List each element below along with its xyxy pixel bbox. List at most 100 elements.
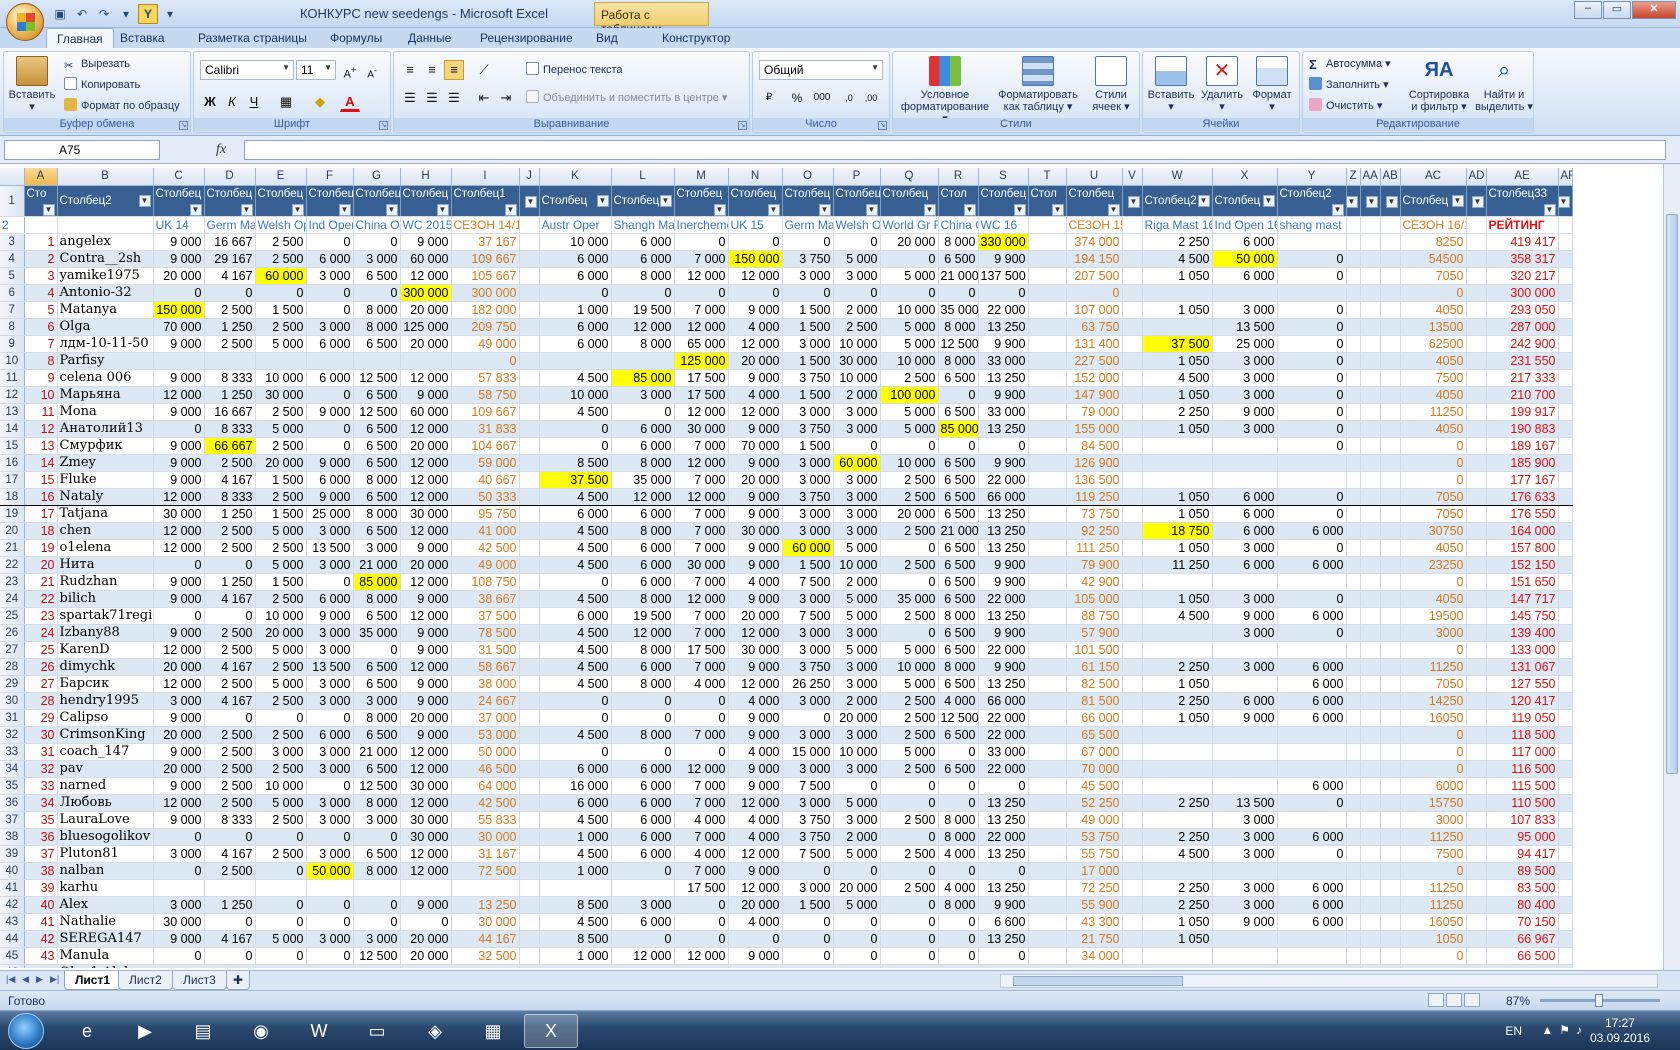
value-cell[interactable]: 12 000 (153, 539, 205, 557)
value-cell[interactable]: 8 000 (611, 267, 675, 285)
table-header-cell[interactable]: ▼ (1558, 185, 1573, 217)
value-cell[interactable]: 0 (306, 284, 354, 302)
value-cell[interactable]: 50 000 (306, 862, 354, 880)
value-cell[interactable]: 9 000 (728, 709, 783, 727)
rank-cell[interactable]: 37 (24, 845, 58, 863)
value-cell[interactable] (1142, 573, 1213, 591)
value-cell[interactable] (1028, 794, 1067, 812)
value-cell[interactable]: 0 (204, 607, 256, 625)
value-cell[interactable]: 8 000 (611, 454, 675, 472)
value-cell[interactable]: 45 500 (1066, 777, 1123, 795)
value-cell[interactable]: 7 000 (674, 658, 729, 676)
currency-icon[interactable]: ₽ (759, 88, 779, 108)
value-cell[interactable]: 35 000 (880, 590, 939, 608)
value-cell[interactable]: 3 000 (306, 522, 354, 540)
value-cell[interactable]: 3 000 (353, 539, 401, 557)
value-cell[interactable]: 0 (1400, 760, 1467, 778)
page-layout-view-icon[interactable] (1446, 993, 1462, 1007)
value-cell[interactable] (1277, 573, 1347, 591)
rank-cell[interactable]: 31 (24, 743, 58, 761)
value-cell[interactable] (1028, 267, 1067, 285)
value-cell[interactable]: 79 000 (1066, 403, 1123, 421)
value-cell[interactable] (1466, 624, 1487, 642)
value-cell[interactable]: 0 (306, 420, 354, 438)
value-cell[interactable] (1346, 250, 1361, 268)
maximize-button[interactable]: ▭ (1603, 1, 1631, 19)
value-cell[interactable] (1466, 301, 1487, 319)
value-cell[interactable] (1122, 369, 1143, 387)
row-header[interactable]: 42 (0, 896, 25, 914)
value-cell[interactable]: 11 250 (1142, 556, 1213, 574)
row-header[interactable]: 28 (0, 658, 25, 676)
value-cell[interactable]: 4 167 (204, 267, 256, 285)
value-cell[interactable]: 6 000 (1277, 879, 1347, 897)
value-cell[interactable] (1380, 284, 1401, 302)
value-cell[interactable]: 16050 (1400, 913, 1467, 931)
value-cell[interactable]: 12 000 (400, 471, 452, 489)
fill-button[interactable]: Заполнить ▾ (1309, 76, 1389, 94)
player-name-cell[interactable]: Zmey (57, 454, 154, 472)
value-cell[interactable]: 62500 (1400, 335, 1467, 353)
value-cell[interactable]: 5 000 (880, 675, 939, 693)
value-cell[interactable]: 6 500 (353, 726, 401, 744)
value-cell[interactable] (1277, 284, 1347, 302)
italic-button[interactable]: К (222, 92, 242, 112)
rank-cell[interactable]: 10 (24, 386, 58, 404)
tournament-name-cell[interactable] (1346, 216, 1361, 234)
value-cell[interactable]: 2 500 (255, 488, 307, 506)
value-cell[interactable]: 12 000 (400, 794, 452, 812)
value-cell[interactable]: 9 000 (1212, 913, 1278, 931)
value-cell[interactable]: 8 000 (938, 607, 979, 625)
number-dialog-launcher[interactable]: ↘ (878, 121, 887, 130)
filter-dropdown-icon[interactable]: ▼ (1558, 195, 1570, 208)
context-tab-table-tools[interactable]: Работа с таблицами (594, 2, 709, 36)
value-cell[interactable]: 3 000 (1212, 352, 1278, 370)
value-cell[interactable] (1558, 964, 1573, 968)
value-cell[interactable]: 0 (1277, 352, 1347, 370)
value-cell[interactable] (1558, 573, 1573, 591)
value-cell[interactable]: 209 750 (451, 318, 520, 336)
value-cell[interactable]: 9 900 (978, 624, 1029, 642)
column-header[interactable]: H (400, 168, 452, 186)
value-cell[interactable]: 6 500 (353, 267, 401, 285)
value-cell[interactable] (519, 369, 540, 387)
row-header[interactable]: 17 (0, 471, 25, 489)
value-cell[interactable]: 12 000 (153, 675, 205, 693)
value-cell[interactable]: 85 000 (611, 369, 675, 387)
value-cell[interactable]: 2 500 (880, 471, 939, 489)
value-cell[interactable]: 2 000 (833, 692, 881, 710)
value-cell[interactable]: 9 000 (400, 896, 452, 914)
value-cell[interactable]: 4 500 (539, 913, 612, 931)
value-cell[interactable]: 1 500 (782, 437, 834, 455)
rank-cell[interactable]: 35 (24, 811, 58, 829)
value-cell[interactable]: 9 000 (728, 556, 783, 574)
value-cell[interactable] (1277, 471, 1347, 489)
value-cell[interactable]: 287 000 (1486, 318, 1559, 336)
value-cell[interactable]: 3 000 (1212, 301, 1278, 319)
value-cell[interactable]: 0 (204, 947, 256, 965)
value-cell[interactable]: 1 500 (782, 556, 834, 574)
value-cell[interactable]: 0 (833, 284, 881, 302)
value-cell[interactable]: 30 000 (400, 828, 452, 846)
value-cell[interactable]: 4 500 (539, 522, 612, 540)
column-header[interactable]: J (519, 168, 540, 186)
value-cell[interactable]: 0 (674, 233, 729, 251)
value-cell[interactable]: 1 050 (1142, 709, 1213, 727)
value-cell[interactable]: 0 (1066, 284, 1123, 302)
value-cell[interactable]: 5 000 (880, 318, 939, 336)
value-cell[interactable]: 110 500 (1486, 794, 1559, 812)
row-header[interactable]: 36 (0, 794, 25, 812)
player-name-cell[interactable]: Parfisy (57, 352, 154, 370)
value-cell[interactable] (1558, 811, 1573, 829)
value-cell[interactable] (1360, 624, 1381, 642)
value-cell[interactable] (1558, 624, 1573, 642)
row-header[interactable]: 15 (0, 437, 25, 455)
value-cell[interactable] (153, 879, 205, 897)
value-cell[interactable]: 9 000 (1212, 403, 1278, 421)
value-cell[interactable]: 176 633 (1486, 488, 1559, 506)
table-header-cell[interactable]: Столбец ▼ (880, 185, 939, 217)
value-cell[interactable]: 7 000 (674, 437, 729, 455)
value-cell[interactable]: 6 500 (938, 624, 979, 642)
value-cell[interactable]: 6 000 (306, 590, 354, 608)
value-cell[interactable] (1122, 709, 1143, 727)
